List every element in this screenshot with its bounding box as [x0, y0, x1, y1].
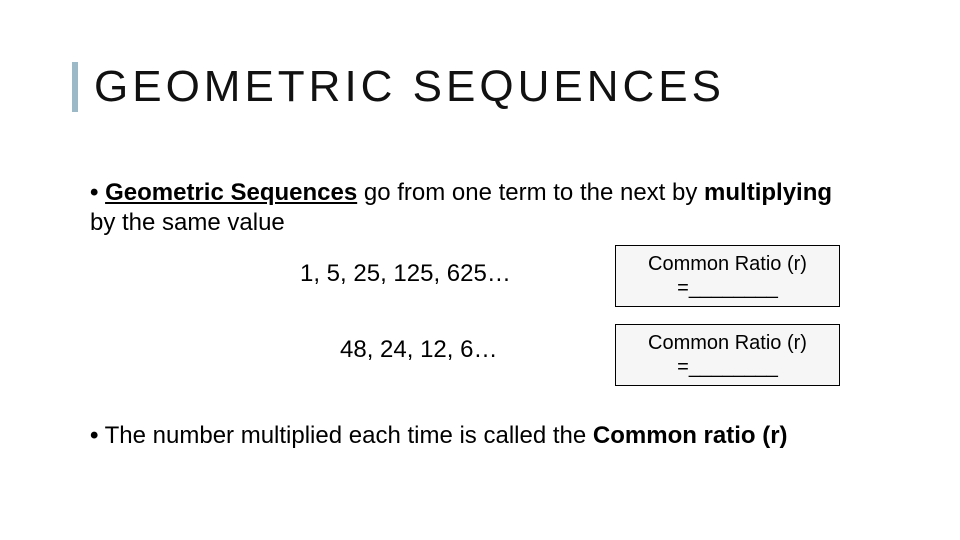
definition-text-2: by the same value [90, 209, 285, 236]
example-sequence-2: 48, 24, 12, 6… [340, 336, 497, 364]
slide: GEOMETRIC SEQUENCES • Geometric Sequence… [0, 0, 960, 540]
box1-blank: =________ [634, 276, 821, 300]
keyword-multiplying: multiplying [704, 179, 832, 206]
bullet-dot-icon: • [90, 422, 98, 449]
box2-label: Common Ratio (r) [634, 331, 821, 355]
common-ratio-box-1: Common Ratio (r) =________ [615, 245, 840, 307]
slide-title: GEOMETRIC SEQUENCES [94, 62, 725, 112]
box1-label: Common Ratio (r) [634, 252, 821, 276]
definition-text-1: go from one term to the next by [357, 179, 704, 206]
title-block: GEOMETRIC SEQUENCES [72, 62, 725, 112]
bullet-common-ratio-definition: • The number multiplied each time is cal… [90, 420, 850, 451]
bullet-geometric-definition: • Geometric Sequences go from one term t… [90, 178, 850, 238]
common-ratio-text: The number multiplied each time is calle… [105, 422, 593, 449]
common-ratio-box-2: Common Ratio (r) =________ [615, 324, 840, 386]
example-sequence-1: 1, 5, 25, 125, 625… [300, 260, 511, 288]
box2-blank: =________ [634, 355, 821, 379]
term-geometric-sequences: Geometric Sequences [105, 179, 357, 206]
keyword-common-ratio: Common ratio (r) [593, 422, 788, 449]
bullet-dot-icon: • [90, 179, 98, 206]
